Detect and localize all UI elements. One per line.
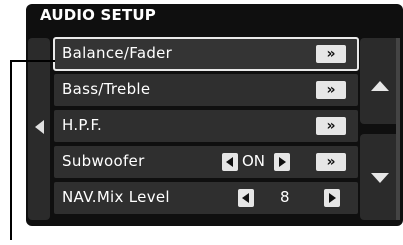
menu-item-subwoofer[interactable]: Subwoofer ON » — [54, 146, 358, 178]
menu-item-label: Balance/Fader — [62, 44, 173, 62]
menu-item-label: Bass/Treble — [62, 80, 151, 98]
menu-item-label: H.P.F. — [62, 116, 103, 134]
menu-item-hpf[interactable]: H.P.F. » — [54, 110, 358, 142]
scroll-panel — [360, 38, 400, 220]
menu-item-nav-mix-level[interactable]: NAV.Mix Level 8 — [54, 182, 358, 214]
left-triangle-icon — [226, 157, 233, 167]
right-triangle-icon — [329, 193, 336, 203]
menu-item-label: Subwoofer — [62, 152, 145, 170]
open-submenu-button[interactable]: » — [316, 81, 346, 99]
menu-list: Balance/Fader » Bass/Treble » H.P.F. » S… — [53, 37, 359, 218]
left-triangle-icon — [35, 120, 44, 134]
callout-line-horizontal — [10, 60, 55, 62]
open-submenu-button[interactable]: » — [316, 153, 346, 171]
callout-line-vertical — [10, 60, 12, 240]
screen-title: AUDIO SETUP — [40, 6, 156, 24]
menu-item-label: NAV.Mix Level — [62, 188, 170, 206]
up-triangle-icon — [371, 81, 389, 91]
menu-item-bass-treble[interactable]: Bass/Treble » — [54, 74, 358, 106]
open-submenu-button[interactable]: » — [316, 45, 346, 63]
menu-item-balance-fader[interactable]: Balance/Fader » — [53, 37, 359, 71]
audio-setup-screen: AUDIO SETUP Balance/Fader » Bass/Treble … — [26, 4, 403, 226]
scroll-down-button[interactable] — [360, 134, 400, 220]
right-triangle-icon — [279, 157, 286, 167]
subwoofer-next-button[interactable] — [274, 153, 290, 171]
subwoofer-value: ON — [242, 152, 266, 170]
nav-mix-level-value: 8 — [280, 188, 290, 206]
scroll-up-button[interactable] — [360, 38, 400, 124]
subwoofer-prev-button[interactable] — [222, 153, 238, 171]
left-triangle-icon — [242, 193, 249, 203]
back-button[interactable] — [28, 38, 50, 220]
scrollbar[interactable] — [396, 38, 400, 220]
nav-mix-increase-button[interactable] — [324, 189, 340, 207]
open-submenu-button[interactable]: » — [316, 117, 346, 135]
nav-mix-decrease-button[interactable] — [238, 189, 254, 207]
down-triangle-icon — [371, 173, 389, 183]
